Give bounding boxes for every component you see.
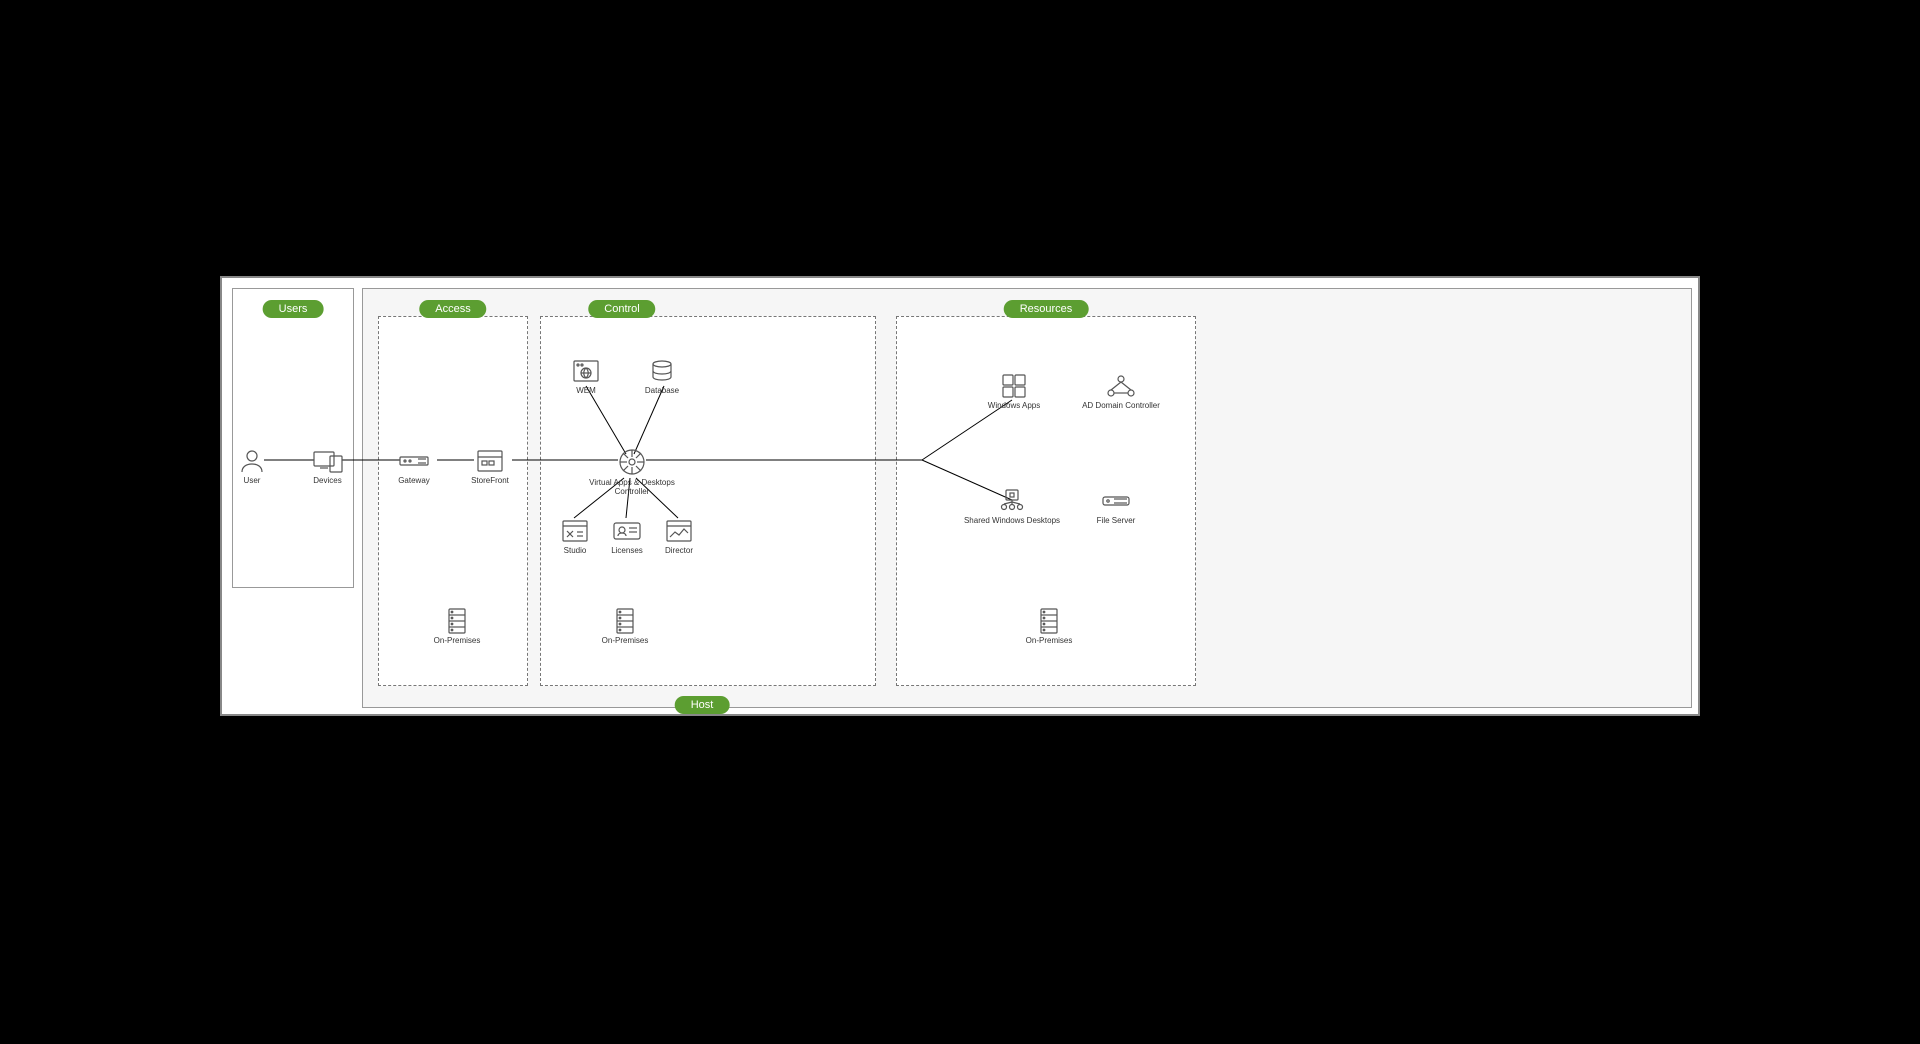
node-label: Shared Windows Desktops [962, 516, 1062, 525]
node-on-premises-control: On-Premises [590, 608, 660, 645]
node-on-premises-resources: On-Premises [1014, 608, 1084, 645]
node-database: Database [632, 358, 692, 395]
node-file-server: File Server [1076, 488, 1156, 525]
panel-users [232, 288, 354, 588]
node-wem: WEM [556, 358, 616, 395]
node-label: On-Premises [422, 636, 492, 645]
node-shared-windows-desktops: Shared Windows Desktops [962, 488, 1062, 525]
database-icon [646, 358, 678, 384]
section-label-access: Access [419, 300, 486, 318]
section-label-control: Control [588, 300, 655, 318]
devices-icon [312, 448, 344, 474]
server-rack-icon [441, 608, 473, 634]
section-label-host: Host [675, 696, 730, 714]
node-label: On-Premises [1014, 636, 1084, 645]
section-label-resources: Resources [1004, 300, 1089, 318]
node-label: Director [654, 546, 704, 555]
node-controller: Virtual Apps & Desktops Controller [577, 448, 687, 496]
gateway-icon [398, 448, 430, 474]
node-label: WEM [556, 386, 616, 395]
node-studio: Studio [550, 518, 600, 555]
user-icon [236, 448, 268, 474]
architecture-diagram: Users Access Control Resources Host User [220, 276, 1700, 716]
node-label: File Server [1076, 516, 1156, 525]
server-rack-icon [609, 608, 641, 634]
node-licenses: Licenses [602, 518, 652, 555]
file-server-icon [1100, 488, 1132, 514]
node-label: Licenses [602, 546, 652, 555]
node-devices: Devices [300, 448, 355, 485]
node-director: Director [654, 518, 704, 555]
wem-icon [570, 358, 602, 384]
node-user: User [227, 448, 277, 485]
ad-controller-icon [1105, 373, 1137, 399]
node-label: Database [632, 386, 692, 395]
node-on-premises-access: On-Premises [422, 608, 492, 645]
windows-apps-icon [998, 373, 1030, 399]
server-rack-icon [1033, 608, 1065, 634]
node-label: StoreFront [460, 476, 520, 485]
node-label: User [227, 476, 277, 485]
node-windows-apps: Windows Apps [974, 373, 1054, 410]
licenses-icon [611, 518, 643, 544]
storefront-icon [474, 448, 506, 474]
node-label: Virtual Apps & Desktops Controller [577, 478, 687, 496]
node-label: AD Domain Controller [1076, 401, 1166, 410]
node-gateway: Gateway [384, 448, 444, 485]
node-label: On-Premises [590, 636, 660, 645]
node-storefront: StoreFront [460, 448, 520, 485]
studio-icon [559, 518, 591, 544]
director-icon [663, 518, 695, 544]
section-label-users: Users [263, 300, 324, 318]
node-label: Devices [300, 476, 355, 485]
node-label: Gateway [384, 476, 444, 485]
node-label: Studio [550, 546, 600, 555]
node-ad-domain-controller: AD Domain Controller [1076, 373, 1166, 410]
controller-icon [618, 448, 646, 476]
shared-desktops-icon [996, 488, 1028, 514]
node-label: Windows Apps [974, 401, 1054, 410]
